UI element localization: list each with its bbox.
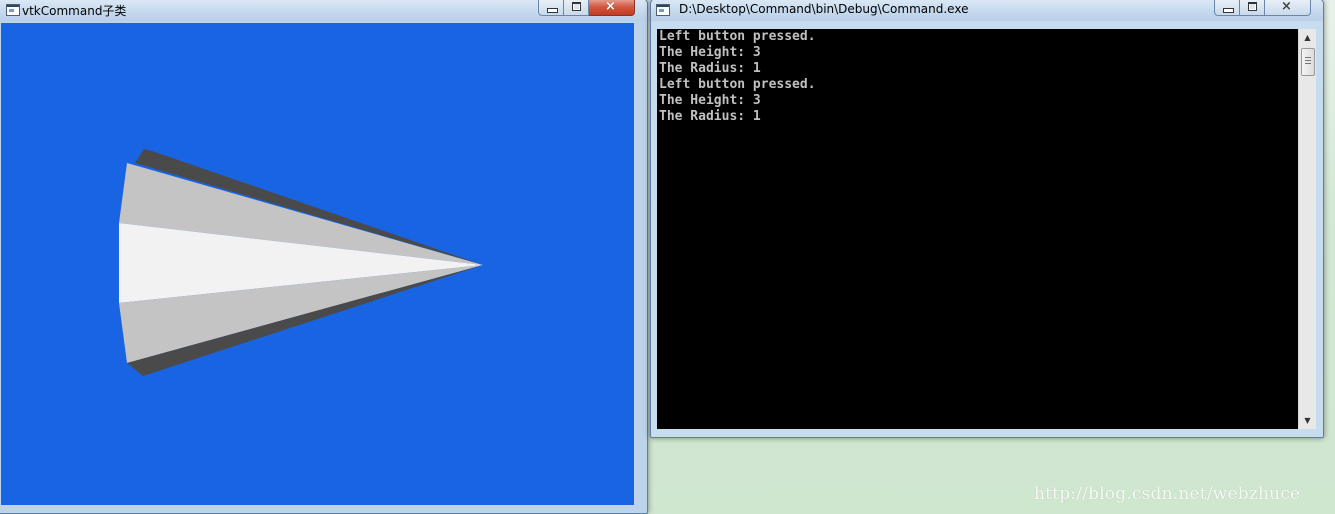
scrollbar-thumb[interactable] <box>1301 48 1315 76</box>
maximize-icon <box>572 2 581 11</box>
vtk-window-controls: × <box>538 0 635 16</box>
console-line: The Radius: 1 <box>659 61 761 76</box>
vtk-close-button[interactable]: × <box>589 0 635 16</box>
scroll-down-icon[interactable]: ▼ <box>1299 412 1316 429</box>
cone-render <box>119 149 483 376</box>
console-window-titlebar[interactable]: D:\Desktop\Command\bin\Debug\Command.exe… <box>651 0 1323 21</box>
vtk-minimize-button[interactable] <box>538 0 564 16</box>
app-window-icon <box>6 4 20 16</box>
vtk-window-titlebar[interactable]: vtkCommand子类 × <box>0 0 647 21</box>
close-icon: × <box>1281 0 1292 14</box>
vtk-render-window[interactable]: vtkCommand子类 × <box>0 0 648 514</box>
console-minimize-button[interactable] <box>1214 0 1240 16</box>
console-scrollbar[interactable]: ▲ ▼ <box>1298 29 1316 429</box>
vtk-maximize-button[interactable] <box>564 0 589 16</box>
console-window-controls: × <box>1214 0 1311 16</box>
scrollbar-grip <box>1305 57 1311 66</box>
vtk-window-title: vtkCommand子类 <box>22 4 127 18</box>
console-output-lines: Left button pressed. The Height: 3 The R… <box>659 29 816 125</box>
console-window-title: D:\Desktop\Command\bin\Debug\Command.exe <box>679 2 969 16</box>
console-maximize-button[interactable] <box>1240 0 1265 16</box>
close-icon: × <box>605 0 616 14</box>
console-close-button[interactable]: × <box>1265 0 1311 16</box>
console-line: Left button pressed. <box>659 77 816 92</box>
minimize-icon <box>547 8 558 13</box>
console-output-area[interactable]: Left button pressed. The Height: 3 The R… <box>657 29 1298 429</box>
watermark-text: http://blog.csdn.net/webzhuce <box>1034 484 1301 504</box>
console-line: The Height: 3 <box>659 93 761 108</box>
maximize-icon <box>1248 2 1257 11</box>
console-line: The Radius: 1 <box>659 109 761 124</box>
vtk-render-viewport[interactable] <box>1 23 634 505</box>
console-line: The Height: 3 <box>659 45 761 60</box>
console-window[interactable]: D:\Desktop\Command\bin\Debug\Command.exe… <box>650 0 1324 438</box>
minimize-icon <box>1223 8 1234 13</box>
console-window-icon <box>656 4 670 16</box>
scroll-up-icon[interactable]: ▲ <box>1299 29 1316 46</box>
console-line: Left button pressed. <box>659 29 816 44</box>
